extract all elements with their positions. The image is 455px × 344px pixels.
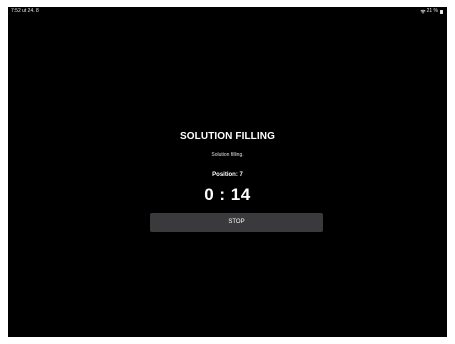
battery-icon — [440, 9, 443, 14]
app-screen: 7:52 ut 24. 8 21 % SOLUTION FILLING Solu… — [8, 7, 447, 337]
page-title: SOLUTION FILLING — [180, 131, 275, 142]
status-right-group: 21 % — [419, 8, 443, 15]
status-time-date: 7:52 ut 24. 8 — [11, 8, 39, 14]
status-message: Solution filling. — [211, 152, 244, 158]
wifi-icon — [419, 9, 426, 14]
stop-button[interactable]: STOP — [150, 213, 323, 232]
position-label: Position: 7 — [212, 172, 243, 178]
battery-percentage: 21 % — [426, 8, 438, 14]
countdown-timer: 0 : 14 — [204, 185, 251, 204]
status-bar: 7:52 ut 24. 8 21 % — [8, 7, 447, 16]
